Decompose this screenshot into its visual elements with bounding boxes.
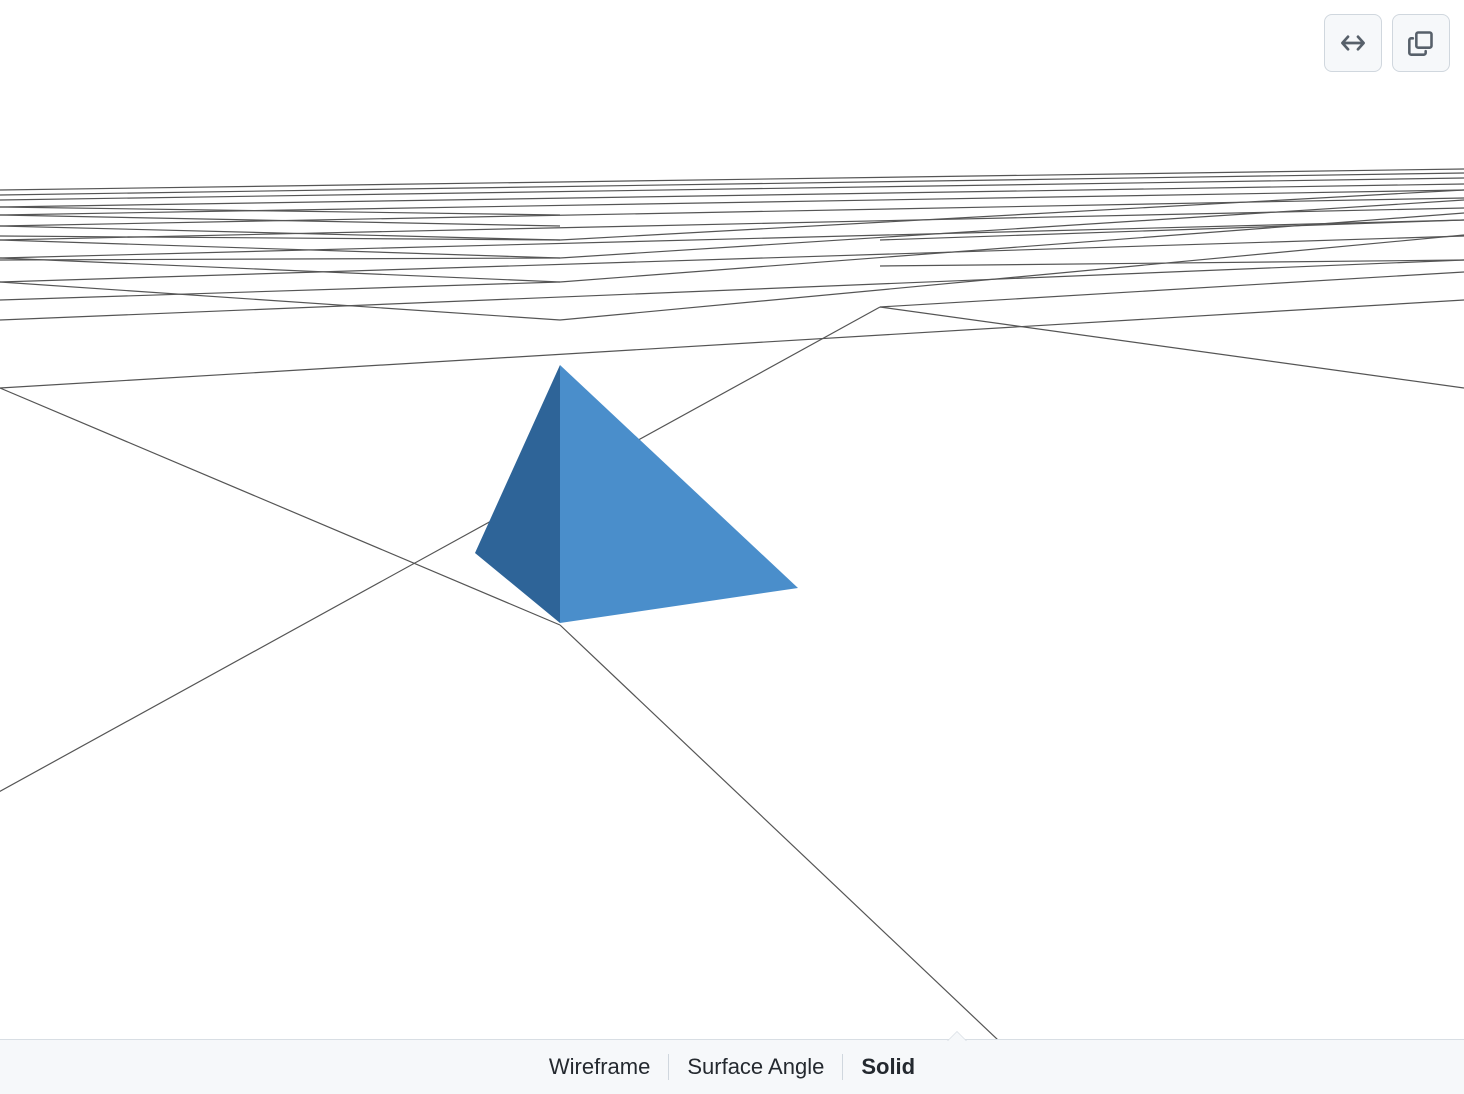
active-mode-pointer — [947, 1031, 967, 1041]
mode-wireframe-button[interactable]: Wireframe — [531, 1050, 668, 1084]
mode-surface-angle-button[interactable]: Surface Angle — [669, 1050, 842, 1084]
render-mode-bar: WireframeSurface AngleSolid — [0, 1039, 1464, 1094]
swap-view-button[interactable] — [1324, 14, 1382, 72]
popout-button[interactable] — [1392, 14, 1450, 72]
viewer-toolbar — [1324, 14, 1450, 72]
mode-solid-button[interactable]: Solid — [843, 1050, 933, 1084]
viewport-3d[interactable] — [0, 0, 1464, 1040]
ground-grid — [0, 0, 1464, 1040]
swap-horizontal-icon — [1338, 28, 1368, 58]
popout-icon — [1407, 29, 1435, 57]
